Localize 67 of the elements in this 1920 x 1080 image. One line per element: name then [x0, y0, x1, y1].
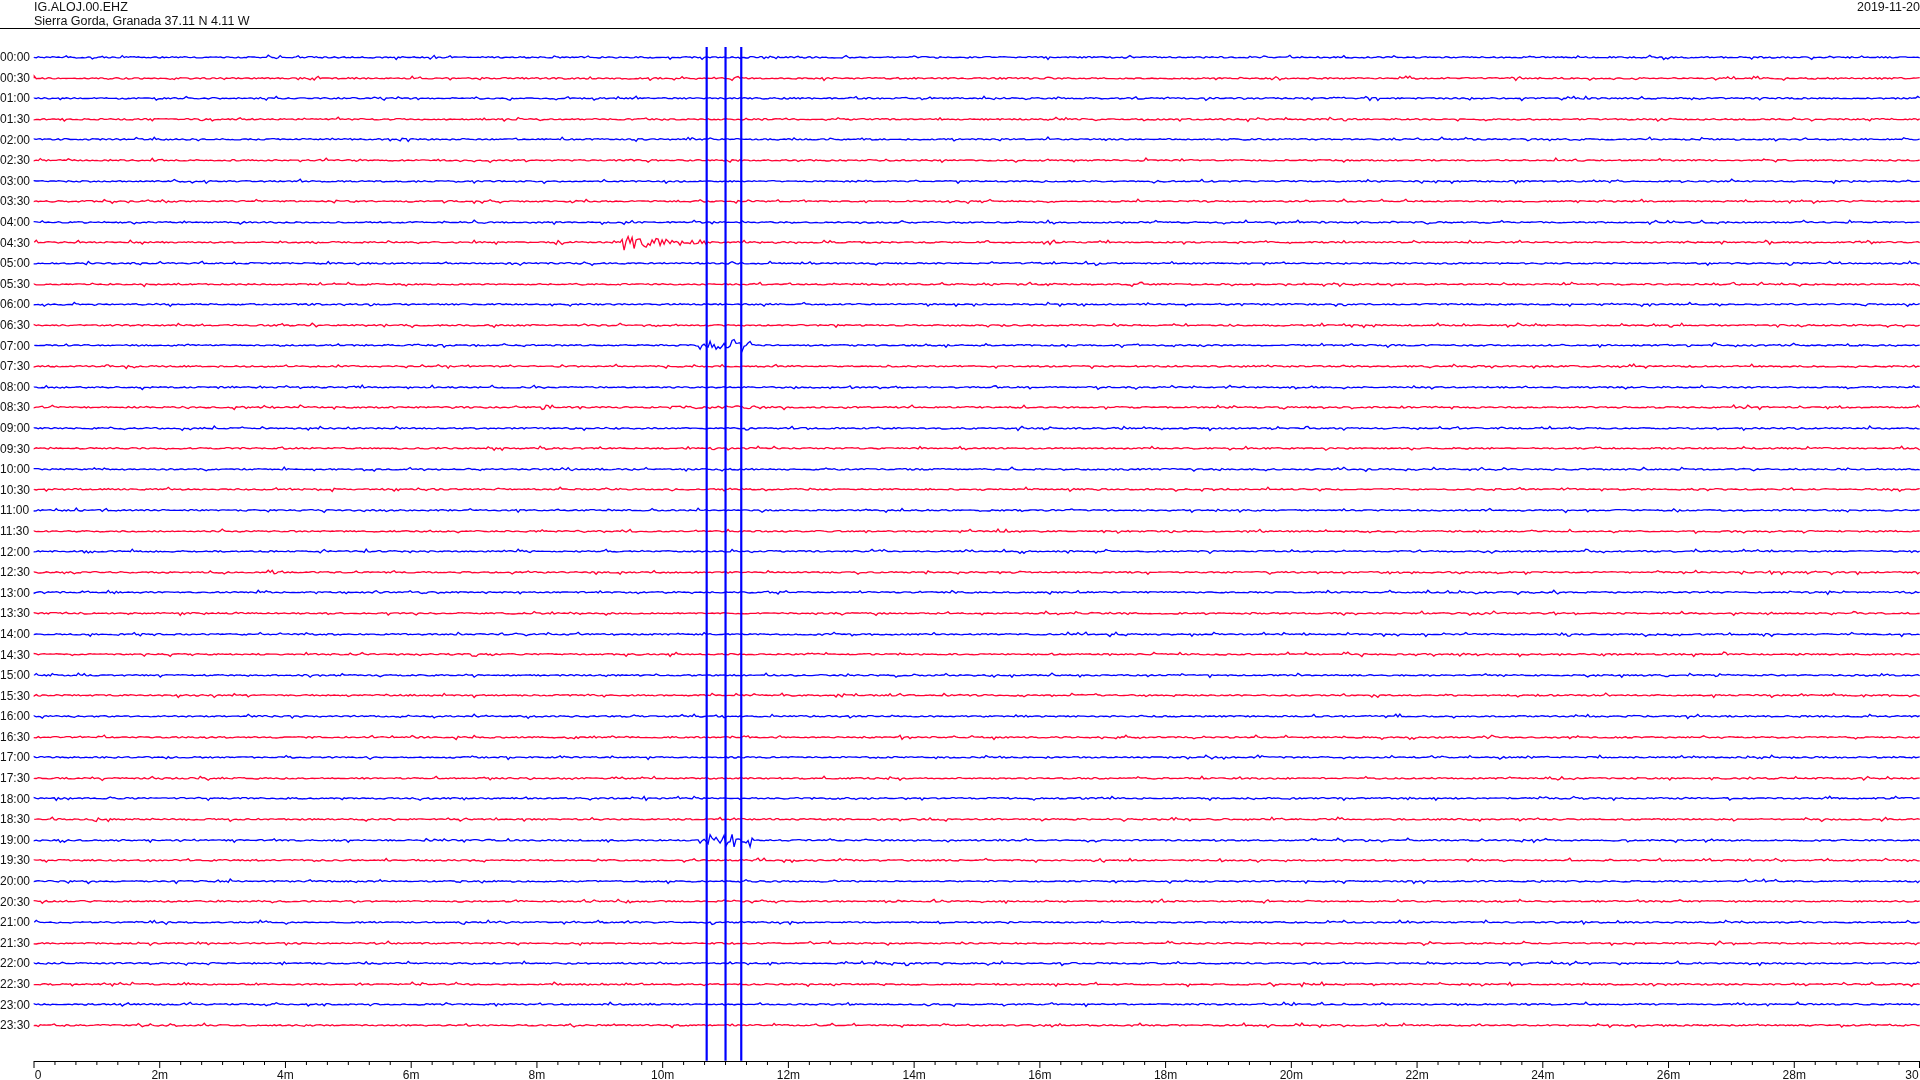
- time-label: 06:00: [0, 298, 32, 311]
- time-label: 00:30: [0, 71, 32, 84]
- time-label: 02:00: [0, 133, 32, 146]
- time-label: 13:30: [0, 607, 32, 620]
- time-label: 00:00: [0, 51, 32, 64]
- axis-tick-label: 6m: [402, 1068, 420, 1080]
- time-label: 17:00: [0, 751, 32, 764]
- axis-tick-label: 24m: [1531, 1068, 1555, 1080]
- time-label: 03:00: [0, 174, 32, 187]
- axis-tick-label: 18m: [1153, 1068, 1178, 1080]
- time-label: 20:30: [0, 895, 32, 908]
- station-code: IG.ALOJ.00.EHZ: [34, 0, 129, 14]
- time-label: 11:30: [0, 524, 31, 537]
- time-label: 01:00: [0, 92, 32, 105]
- time-label: 02:30: [0, 154, 32, 167]
- axis-tick-label: 10m: [651, 1068, 675, 1080]
- time-label: 19:30: [0, 854, 32, 867]
- axis-tick-label: 14m: [902, 1068, 926, 1080]
- time-label: 20:00: [0, 875, 32, 888]
- record-date: 2019-11-20: [1857, 0, 1920, 16]
- time-label: 10:00: [0, 463, 32, 476]
- time-label: 22:00: [0, 957, 32, 970]
- time-label: 04:30: [0, 236, 32, 249]
- time-label: 15:00: [0, 669, 32, 682]
- time-label: 07:30: [0, 360, 32, 373]
- time-label: 16:00: [0, 710, 32, 723]
- axis-tick-label: 22m: [1405, 1068, 1429, 1080]
- axis-tick-label: 28m: [1782, 1068, 1806, 1080]
- time-label: 21:00: [0, 916, 32, 929]
- time-label: 18:00: [0, 792, 32, 805]
- time-label: 12:30: [0, 566, 32, 579]
- axis-tick-label: 26m: [1656, 1068, 1681, 1080]
- time-label: 23:30: [0, 1019, 32, 1032]
- time-label: 22:30: [0, 978, 32, 990]
- time-label: 01:30: [0, 113, 32, 126]
- time-label: 14:30: [0, 648, 32, 661]
- time-label: 14:00: [0, 627, 32, 640]
- time-label: 04:00: [0, 216, 32, 229]
- time-label: 21:30: [0, 936, 32, 949]
- time-label: 08:30: [0, 401, 32, 414]
- time-label: 23:00: [0, 998, 32, 1011]
- time-label: 06:30: [0, 319, 32, 331]
- time-label: 05:00: [0, 257, 32, 270]
- time-label: 15:30: [0, 689, 32, 702]
- time-label: 09:30: [0, 442, 32, 455]
- time-label: 13:00: [0, 586, 32, 599]
- axis-tick-label: 4m: [277, 1068, 294, 1080]
- time-label: 10:30: [0, 483, 32, 496]
- time-label: 17:30: [0, 772, 32, 785]
- axis-tick-label: 2m: [151, 1068, 169, 1080]
- time-label: 09:00: [0, 422, 32, 434]
- axis-tick-label: 8m: [528, 1068, 546, 1080]
- time-label: 16:30: [0, 730, 32, 743]
- time-label: 18:30: [0, 813, 32, 826]
- time-label: 19:00: [0, 833, 32, 846]
- axis-tick-label: 20m: [1279, 1068, 1303, 1080]
- time-label: 12:00: [0, 545, 32, 558]
- time-label: 08:00: [0, 380, 32, 393]
- time-label: 05:30: [0, 277, 32, 290]
- time-label: 07:00: [0, 339, 32, 352]
- axis-tick-label: 12m: [776, 1068, 801, 1080]
- axis-tick-label: 0: [34, 1068, 42, 1080]
- time-label: 11:00: [0, 504, 31, 517]
- axis-tick-label: 30: [1905, 1068, 1919, 1080]
- time-label: 03:30: [0, 195, 32, 208]
- station-location: Sierra Gorda, Granada 37.11 N 4.11 W: [34, 14, 250, 28]
- axis-tick-label: 16m: [1028, 1068, 1052, 1080]
